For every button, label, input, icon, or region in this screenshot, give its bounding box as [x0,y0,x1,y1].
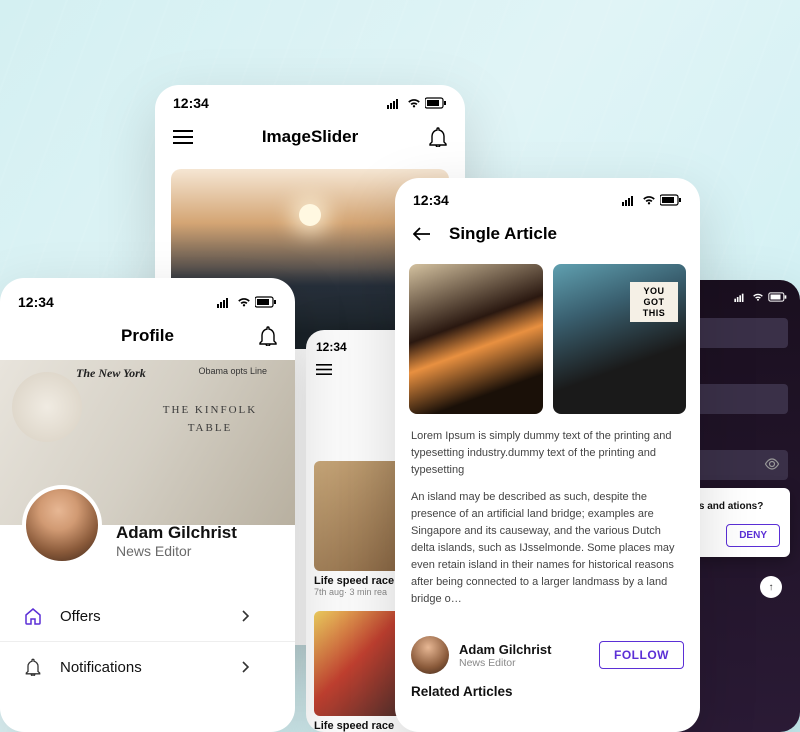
author-row: Adam Gilchrist News Editor FOLLOW [395,626,700,684]
profile-header: Adam Gilchrist News Editor [0,485,295,565]
header: ImageSlider [155,117,465,161]
sun-graphic [299,204,321,226]
bell-icon[interactable] [429,127,447,147]
hamburger-icon[interactable] [173,130,193,144]
battery-icon [660,194,682,206]
battery-icon [768,292,788,302]
status-time: 12:34 [316,340,347,354]
signal-icon [622,194,638,206]
page-title: Profile [121,326,174,346]
avatar[interactable] [22,485,102,565]
menu-list: Offers Notifications [0,591,295,692]
cover-text-nyt: The New York [76,366,146,381]
author-avatar[interactable] [411,636,449,674]
status-time: 12:34 [18,294,54,310]
profile-role: News Editor [116,543,237,559]
author-name: Adam Gilchrist [459,642,589,657]
cover-text-obama: Obama opts Line [198,366,267,377]
author-role: News Editor [459,657,589,669]
chevron-right-icon [235,661,257,673]
status-time: 12:34 [173,95,209,111]
page-title: ImageSlider [262,127,358,147]
page-title: Single Article [449,224,557,244]
deny-button[interactable]: DENY [726,524,780,547]
close-badge[interactable]: ↑ [760,576,782,598]
image-gallery [395,258,700,426]
screen-single-article: 12:34 Single Article Lorem Ipsum is simp… [395,178,700,732]
status-icons [217,296,277,308]
related-articles-heading: Related Articles [395,684,700,699]
wifi-icon [642,194,656,206]
status-bar: 12:34 [155,85,465,117]
battery-icon [425,97,447,109]
eye-icon[interactable] [764,456,780,472]
status-icons [734,292,788,302]
signal-icon [387,97,403,109]
signal-icon [217,296,233,308]
article-image[interactable] [553,264,687,414]
status-bar: 12:34 [0,278,295,316]
article-paragraph: Lorem Ipsum is simply dummy text of the … [411,428,684,479]
hamburger-icon[interactable] [316,364,332,375]
author-info: Adam Gilchrist News Editor [459,642,589,669]
screen-profile: 12:34 Profile The New York Obama opts Li… [0,278,295,732]
profile-name: Adam Gilchrist [116,523,237,543]
status-time: 12:34 [413,192,449,208]
follow-button[interactable]: FOLLOW [599,641,684,669]
menu-item-notifications[interactable]: Notifications [0,642,295,692]
bell-icon[interactable] [259,326,277,346]
header: Single Article [395,214,700,258]
home-icon [22,607,44,625]
article-paragraph: An island may be described as such, desp… [411,489,684,608]
status-bar: 12:34 [395,178,700,214]
wifi-icon [407,97,421,109]
battery-icon [255,296,277,308]
header: Profile [0,316,295,360]
name-block: Adam Gilchrist News Editor [116,523,237,559]
article-image[interactable] [409,264,543,414]
back-arrow-icon[interactable] [413,227,431,241]
chevron-right-icon [235,610,257,622]
menu-item-label: Notifications [60,659,142,676]
bell-outline-icon [22,658,44,676]
article-body: Lorem Ipsum is simply dummy text of the … [395,426,700,626]
status-icons [387,97,447,109]
wifi-icon [237,296,251,308]
status-icons [622,194,682,206]
menu-item-offers[interactable]: Offers [0,591,295,641]
menu-item-label: Offers [60,608,101,625]
wifi-icon [752,292,764,302]
signal-icon [734,292,748,302]
